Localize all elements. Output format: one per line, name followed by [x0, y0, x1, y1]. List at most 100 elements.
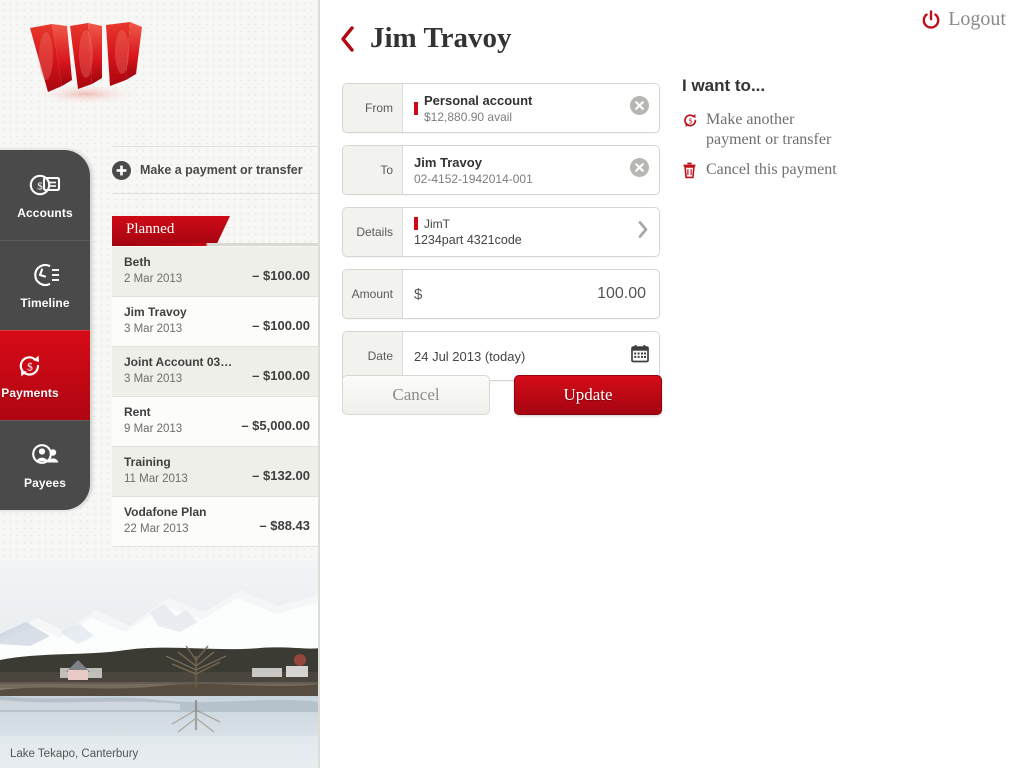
payee-name: Joint Account 03… — [124, 355, 233, 369]
payment-date: 2 Mar 2013 — [124, 273, 183, 285]
from-account-detail: $12,880.90 avail — [424, 109, 513, 124]
accounts-icon: $ — [29, 174, 61, 195]
make-payment-label: Make a payment or transfer — [140, 163, 303, 177]
primary-navigation: $ Accounts Timeline $ Payments Payees — [0, 150, 90, 510]
currency-symbol: $ — [414, 285, 423, 303]
clear-to-button[interactable] — [630, 158, 649, 182]
logout-button[interactable]: Logout — [921, 8, 1006, 31]
tab-planned[interactable]: Planned — [112, 216, 320, 246]
tab-planned-label: Planned — [126, 221, 175, 237]
payment-date: 9 Mar 2013 — [124, 423, 183, 435]
photo-caption: Lake Tekapo, Canterbury — [10, 748, 139, 760]
svg-text:$: $ — [27, 360, 33, 373]
table-row[interactable]: Rent 9 Mar 2013 – $5,000.00 — [112, 397, 320, 447]
details-field-row[interactable]: Details JimT 1234part 4321code — [342, 207, 660, 257]
sidebar-item-label: Payments — [1, 385, 59, 400]
calendar-picker-button[interactable] — [631, 345, 649, 368]
amount-input[interactable]: 100.00 — [597, 285, 646, 303]
make-another-payment-link[interactable]: $ Make another payment or transfer — [682, 110, 1002, 150]
plus-circle-icon — [112, 160, 131, 180]
sidebar-item-payees[interactable]: Payees — [0, 420, 90, 510]
amount-field-row[interactable]: Amount $ 100.00 — [342, 269, 660, 319]
payee-name: Beth — [124, 255, 151, 269]
details-line-1: JimT — [414, 216, 522, 232]
tab-underline — [112, 243, 320, 246]
sidebar-item-payments[interactable]: $ Payments — [0, 330, 90, 420]
scenic-photo: Lake Tekapo, Canterbury — [0, 560, 320, 768]
table-row[interactable]: Beth 2 Mar 2013 – $100.00 — [112, 247, 320, 297]
i-want-to-title: I want to... — [682, 76, 766, 95]
payment-amount: – $100.00 — [252, 267, 310, 283]
payee-name: Vodafone Plan — [124, 505, 207, 519]
chevron-right-icon — [638, 221, 648, 238]
amount-label: Amount — [343, 270, 403, 318]
trash-icon — [682, 160, 706, 184]
planned-payments-list: Beth 2 Mar 2013 – $100.00 Jim Travoy 3 M… — [112, 247, 320, 547]
page-header: Jim Travoy — [340, 22, 512, 55]
payment-date: 11 Mar 2013 — [124, 473, 188, 485]
date-label: Date — [343, 332, 403, 380]
clear-circle-icon — [630, 96, 649, 115]
clear-from-button[interactable] — [630, 96, 649, 120]
payment-amount: – $100.00 — [252, 317, 310, 333]
make-another-payment-label: Make another payment or transfer — [706, 111, 832, 148]
payment-date: 3 Mar 2013 — [124, 323, 183, 335]
sidebar-item-accounts[interactable]: $ Accounts — [0, 150, 90, 240]
from-label: From — [343, 84, 403, 132]
date-value-container[interactable]: 24 Jul 2013 (today) — [403, 332, 659, 380]
details-label: Details — [343, 208, 403, 256]
date-input[interactable]: 24 Jul 2013 (today) — [414, 349, 525, 364]
sidebar-item-timeline[interactable]: Timeline — [0, 240, 90, 330]
cancel-this-payment-link[interactable]: Cancel this payment — [682, 160, 1002, 184]
amount-value-container[interactable]: $ 100.00 — [403, 270, 659, 318]
i-want-to-panel: I want to... $ Make another payment or t… — [682, 76, 1002, 194]
to-payee-name: Jim Travoy — [414, 154, 482, 170]
to-label: To — [343, 146, 403, 194]
payment-amount: – $100.00 — [252, 367, 310, 383]
calendar-icon — [631, 345, 649, 363]
table-row[interactable]: Vodafone Plan 22 Mar 2013 – $88.43 — [112, 497, 320, 547]
page-title: Jim Travoy — [370, 22, 512, 54]
account-color-marker — [414, 101, 418, 115]
cancel-this-payment-label: Cancel this payment — [706, 161, 837, 178]
to-account-number: 02-4152-1942014-001 — [414, 171, 533, 186]
payments-icon: $ — [19, 355, 40, 376]
timeline-icon — [34, 263, 59, 286]
payees-icon — [32, 443, 59, 464]
details-expand-button[interactable] — [637, 221, 649, 244]
date-field-row[interactable]: Date 24 Jul 2013 (today) — [342, 331, 660, 381]
power-icon — [922, 9, 940, 29]
to-value[interactable]: Jim Travoy 02-4152-1942014-001 — [403, 146, 659, 194]
details-color-marker — [414, 217, 418, 230]
sidebar-item-label: Payees — [24, 475, 66, 490]
table-row[interactable]: Jim Travoy 3 Mar 2013 – $100.00 — [112, 297, 320, 347]
payment-form: From Personal account $12,880.90 avail T… — [342, 83, 660, 393]
table-row[interactable]: Joint Account 03… 3 Mar 2013 – $100.00 — [112, 347, 320, 397]
main-content: Logout Jim Travoy From Personal account … — [320, 0, 1024, 768]
logout-label: Logout — [948, 8, 1006, 30]
table-row[interactable]: Training 11 Mar 2013 – $132.00 — [112, 447, 320, 497]
svg-text:$: $ — [37, 180, 43, 192]
sidebar-item-label: Timeline — [20, 295, 70, 310]
payment-amount: – $5,000.00 — [241, 417, 310, 433]
from-account-name: Personal account — [424, 92, 533, 108]
from-value[interactable]: Personal account $12,880.90 avail — [403, 84, 659, 132]
to-field-row[interactable]: To Jim Travoy 02-4152-1942014-001 — [342, 145, 660, 195]
update-button[interactable]: Update — [514, 375, 662, 415]
clear-circle-icon — [630, 158, 649, 177]
westpac-w-logo — [18, 14, 158, 114]
payee-name: Rent — [124, 405, 151, 419]
payment-amount: – $88.43 — [259, 517, 310, 533]
payment-cycle-icon: $ — [682, 110, 706, 134]
payment-amount: – $132.00 — [252, 467, 310, 483]
back-button[interactable] — [340, 25, 356, 53]
payee-name: Jim Travoy — [124, 305, 187, 319]
payee-name: Training — [124, 455, 171, 469]
sidebar-item-label: Accounts — [17, 205, 73, 220]
from-field-row[interactable]: From Personal account $12,880.90 avail — [342, 83, 660, 133]
make-payment-or-transfer-button[interactable]: Make a payment or transfer — [112, 146, 320, 194]
payment-date: 3 Mar 2013 — [124, 373, 183, 385]
details-value[interactable]: JimT 1234part 4321code — [403, 208, 659, 256]
cancel-button[interactable]: Cancel — [342, 375, 490, 415]
payment-date: 22 Mar 2013 — [124, 523, 189, 535]
